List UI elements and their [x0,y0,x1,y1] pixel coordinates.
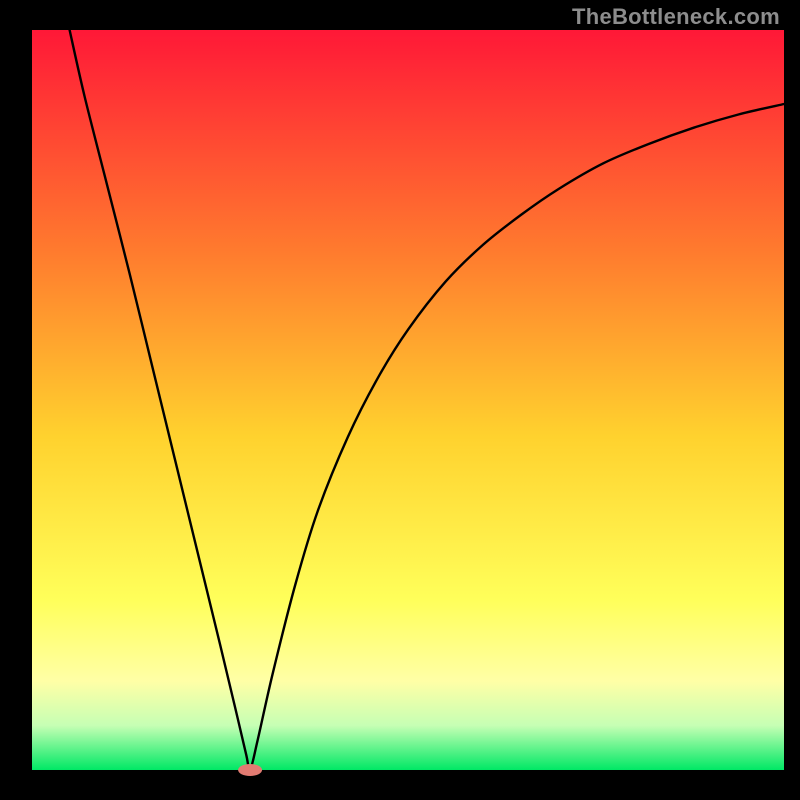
optimal-marker [238,764,262,776]
bottleneck-chart [0,0,800,800]
watermark-text: TheBottleneck.com [572,4,780,30]
chart-frame: { "watermark": "TheBottleneck.com", "col… [0,0,800,800]
plot-background [32,30,784,770]
